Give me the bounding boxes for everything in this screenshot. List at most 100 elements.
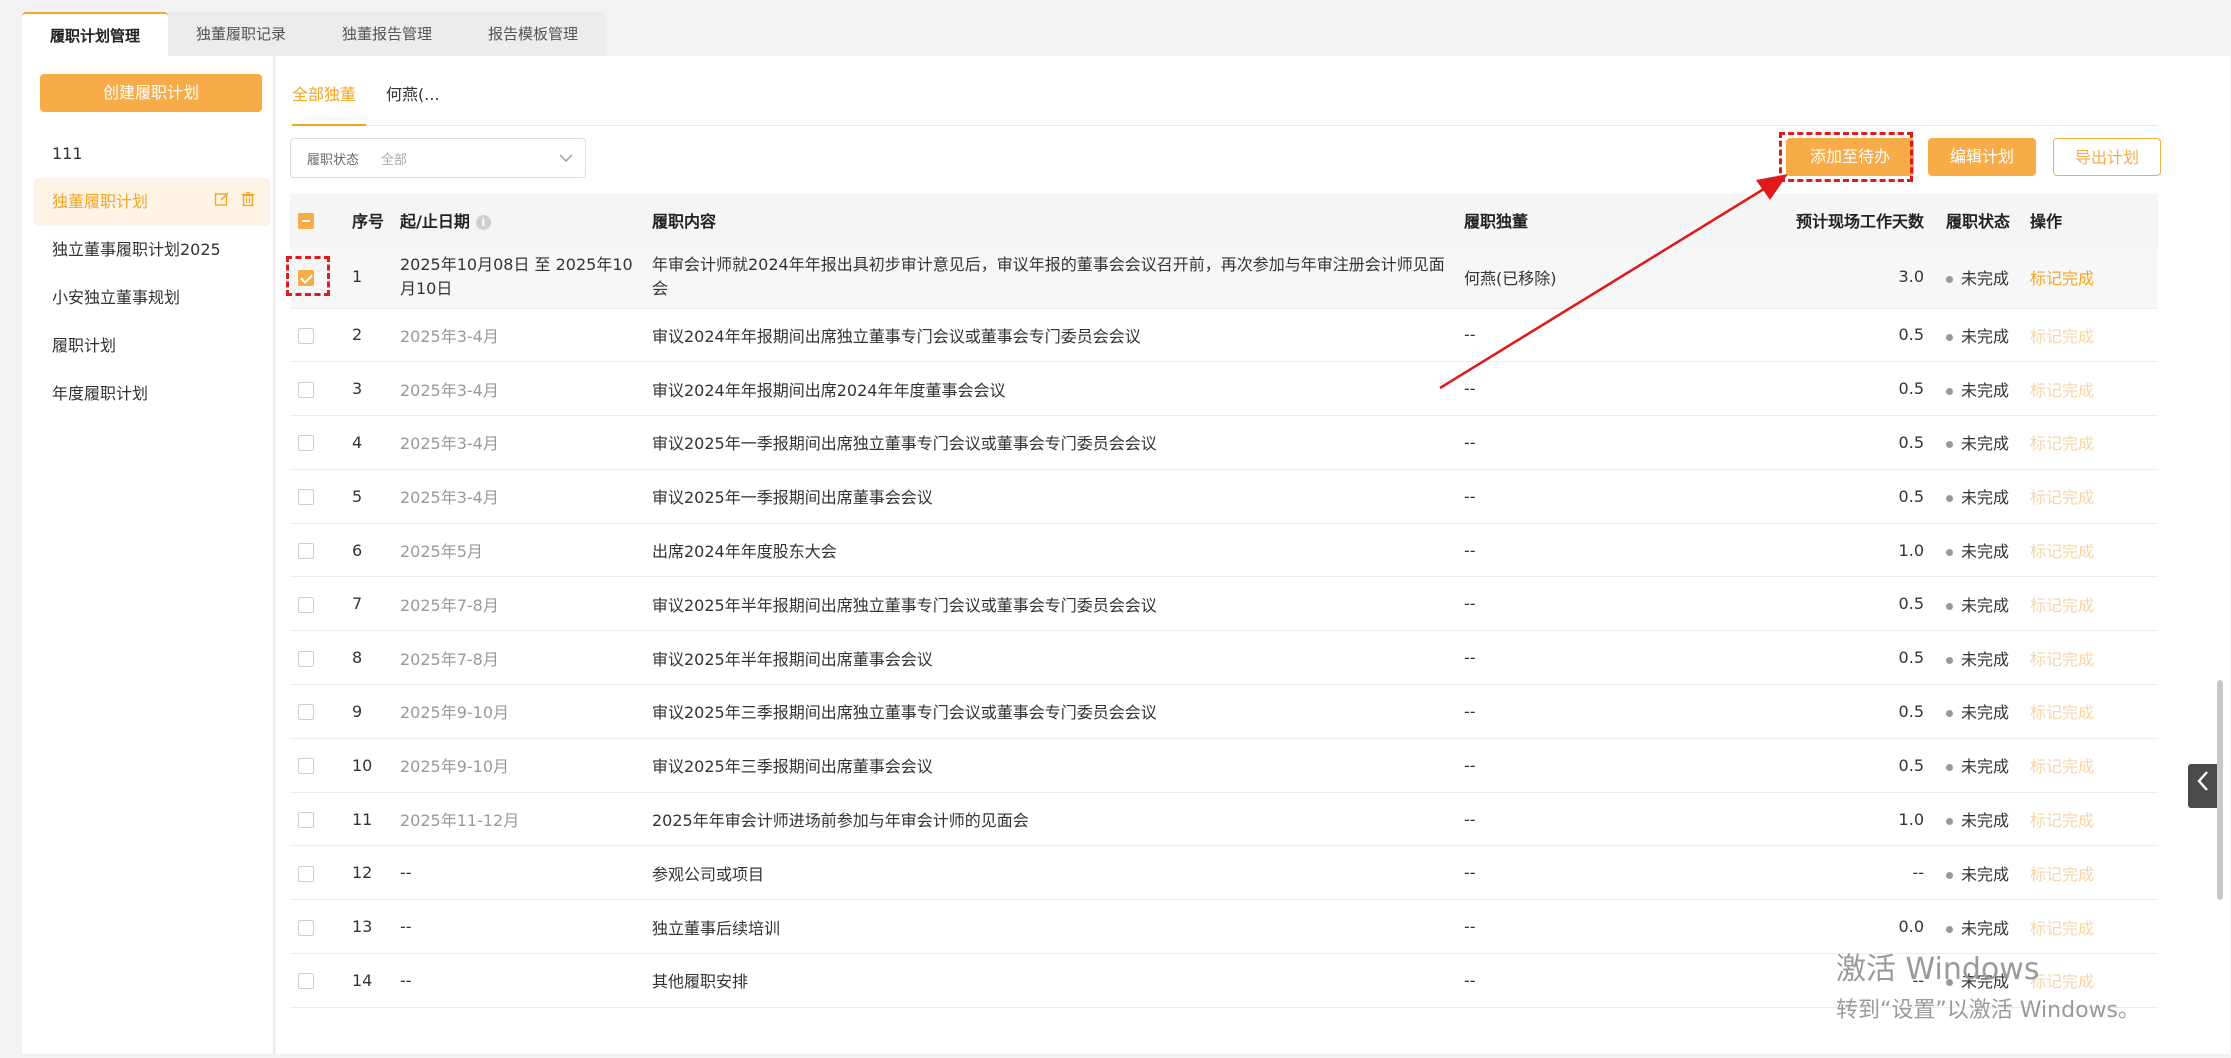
row-director: -- (1464, 594, 1476, 614)
plan-item[interactable]: 独立董事履职计划2025 (34, 226, 270, 274)
row-content: 独立董事后续培训 (652, 918, 781, 938)
mark-complete-link[interactable]: 标记完成 (2030, 269, 2094, 288)
mark-complete-link[interactable]: 标记完成 (2030, 865, 2094, 884)
status-dot-icon (1946, 818, 1953, 826)
table-row: 13 -- 独立董事后续培训 -- 0.0 未完成 标记完成 (290, 900, 2158, 954)
plan-item-label: 小安独立董事规划 (52, 288, 181, 307)
collapse-panel-button[interactable] (2188, 764, 2218, 808)
row-action: 标记完成 (2030, 846, 2158, 900)
row-checkbox[interactable] (298, 973, 314, 990)
row-action: 标记完成 (2030, 954, 2158, 1008)
scrollbar[interactable] (2217, 680, 2223, 900)
row-checkbox[interactable] (298, 269, 314, 286)
mark-complete-link[interactable]: 标记完成 (2030, 381, 2094, 400)
tab-template-management[interactable]: 报告模板管理 (460, 12, 606, 56)
edit-plan-button[interactable]: 编辑计划 (1928, 138, 2036, 176)
tab-duty-records[interactable]: 独董履职记录 (168, 12, 314, 56)
mark-complete-link[interactable]: 标记完成 (2030, 757, 2094, 776)
row-days: 0.5 (1898, 701, 1924, 721)
plan-item[interactable]: 111 (34, 130, 270, 178)
mark-complete-link[interactable]: 标记完成 (2030, 919, 2094, 938)
row-director: -- (1464, 325, 1476, 345)
row-content: 审议2024年年报期间出席2024年年度董事会会议 (652, 380, 1006, 400)
row-checkbox[interactable] (298, 543, 314, 560)
plan-item[interactable]: 小安独立董事规划 (34, 274, 270, 322)
row-days: 0.5 (1898, 432, 1924, 452)
row-checkbox[interactable] (298, 812, 314, 829)
row-checkbox[interactable] (298, 435, 314, 452)
status-dot-icon (1946, 387, 1953, 395)
delete-icon[interactable] (240, 178, 256, 226)
status-dot-icon (1946, 333, 1953, 341)
status-dot-icon (1946, 441, 1953, 449)
row-status: 未完成 (1946, 246, 2030, 308)
main-panel: 全部独董 何燕(... 履职状态 全部 添加至待办 编辑计划 导出计划 序号 起… (276, 56, 2230, 1054)
row-date: 2025年7-8月 (400, 595, 499, 615)
header-date: 起/止日期 i (400, 194, 652, 246)
info-icon[interactable]: i (475, 215, 491, 230)
mark-complete-link[interactable]: 标记完成 (2030, 488, 2094, 507)
row-checkbox[interactable] (298, 865, 314, 882)
select-all-checkbox[interactable] (298, 213, 314, 229)
mark-complete-link[interactable]: 标记完成 (2030, 972, 2094, 991)
row-checkbox[interactable] (298, 650, 314, 667)
row-checkbox[interactable] (298, 489, 314, 506)
plan-item[interactable]: 履职计划 (34, 322, 270, 370)
row-checkbox[interactable] (298, 596, 314, 613)
tab-report-management[interactable]: 独董报告管理 (314, 12, 460, 56)
export-plan-button[interactable]: 导出计划 (2053, 138, 2161, 176)
tab-director-heyan[interactable]: 何燕(... (386, 56, 450, 126)
plan-item-selected[interactable]: 独董履职计划 (34, 178, 270, 226)
row-director: -- (1464, 486, 1476, 506)
row-status: 未完成 (1946, 954, 2030, 1008)
mark-complete-link[interactable]: 标记完成 (2030, 703, 2094, 722)
mark-complete-link[interactable]: 标记完成 (2030, 811, 2094, 830)
row-checkbox[interactable] (298, 758, 314, 775)
row-action: 标记完成 (2030, 523, 2158, 577)
status-filter-select[interactable]: 履职状态 全部 (290, 138, 586, 178)
row-director: -- (1464, 701, 1476, 721)
status-dot-icon (1946, 656, 1953, 664)
row-date: 2025年3-4月 (400, 380, 499, 400)
header-seq: 序号 (352, 212, 385, 231)
mark-complete-link[interactable]: 标记完成 (2030, 434, 2094, 453)
row-status: 未完成 (1946, 416, 2030, 470)
plan-item[interactable]: 年度履职计划 (34, 370, 270, 418)
row-days: -- (1912, 863, 1924, 883)
mark-complete-link[interactable]: 标记完成 (2030, 542, 2094, 561)
row-days: 0.0 (1898, 917, 1924, 937)
chevron-down-icon (559, 151, 573, 165)
status-dot-icon (1946, 979, 1953, 987)
row-date: 2025年7-8月 (400, 649, 499, 669)
row-checkbox[interactable] (298, 381, 314, 398)
row-content: 2025年年审会计师进场前参加与年审会计师的见面会 (652, 811, 1029, 831)
director-tabs: 全部独董 何燕(... (292, 56, 2158, 126)
table-row: 14 -- 其他履职安排 -- -- 未完成 标记完成 (290, 954, 2158, 1008)
row-action: 标记完成 (2030, 416, 2158, 470)
plan-list: 111 独董履职计划 独立董事履职计划2025 小安独立董事规划 履职计划 年度… (34, 130, 270, 418)
row-status: 未完成 (1946, 523, 2030, 577)
table-row: 8 2025年7-8月 审议2025年半年报期间出席董事会会议 -- 0.5 未… (290, 631, 2158, 685)
tab-all-directors[interactable]: 全部独董 (292, 56, 367, 126)
table-row: 12 -- 参观公司或项目 -- -- 未完成 标记完成 (290, 846, 2158, 900)
row-content: 审议2025年三季报期间出席独立董事专门会议或董事会专门委员会会议 (652, 703, 1157, 723)
tab-plan-management[interactable]: 履职计划管理 (22, 12, 169, 56)
row-date: -- (400, 917, 412, 937)
edit-icon[interactable] (214, 178, 230, 226)
table-row: 7 2025年7-8月 审议2025年半年报期间出席独立董事专门会议或董事会专门… (290, 577, 2158, 631)
create-plan-button[interactable]: 创建履职计划 (40, 74, 262, 112)
add-to-todo-button[interactable]: 添加至待办 (1786, 138, 1914, 176)
row-content: 审议2024年年报期间出席独立董事专门会议或董事会专门委员会会议 (652, 326, 1141, 346)
row-seq: 1 (352, 267, 363, 287)
row-seq: 5 (352, 486, 363, 506)
row-checkbox[interactable] (298, 327, 314, 344)
row-action: 标记完成 (2030, 631, 2158, 685)
row-director: -- (1464, 863, 1476, 883)
mark-complete-link[interactable]: 标记完成 (2030, 650, 2094, 669)
mark-complete-link[interactable]: 标记完成 (2030, 327, 2094, 346)
row-days: -- (1912, 970, 1924, 990)
mark-complete-link[interactable]: 标记完成 (2030, 596, 2094, 615)
row-checkbox[interactable] (298, 919, 314, 936)
row-days: 0.5 (1898, 594, 1924, 614)
row-checkbox[interactable] (298, 704, 314, 721)
